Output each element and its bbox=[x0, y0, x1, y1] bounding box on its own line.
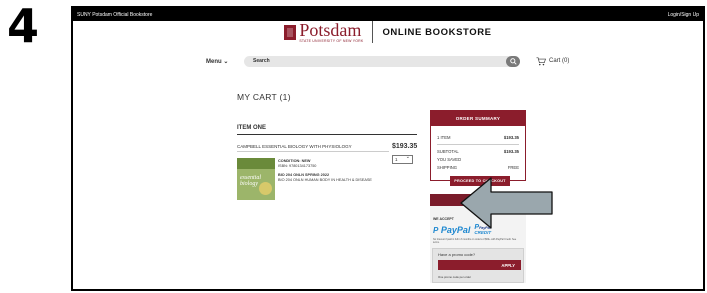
promo-title: Have a promo code? bbox=[438, 252, 476, 257]
logo-divider bbox=[372, 21, 374, 44]
condition: CONDITION: NEW bbox=[278, 159, 311, 163]
course-code: BIO 204 ONLN SPRING 2022 bbox=[278, 173, 330, 177]
login-link[interactable]: Login/Sign Up bbox=[668, 12, 699, 18]
we-accept-label: WE ACCEPT bbox=[433, 217, 454, 221]
store-title: ONLINE BOOKSTORE bbox=[382, 26, 492, 38]
product-title[interactable]: CAMPBELL ESSENTIAL BIOLOGY WITH PHYSIOLO… bbox=[237, 144, 352, 149]
isbn: ISBN: 9780134173750 bbox=[278, 164, 317, 168]
cart-icon bbox=[536, 56, 546, 65]
cart-title: MY CART (1) bbox=[237, 92, 291, 102]
search-input[interactable]: Search bbox=[244, 55, 520, 67]
order-summary-title: ORDER SUMMARY bbox=[431, 111, 525, 126]
apply-button[interactable]: APPLY bbox=[438, 260, 521, 270]
promo-code-box: Have a promo code? APPLY One promo code … bbox=[432, 248, 524, 283]
top-bar: SUNY Potsdam Official Bookstore Login/Si… bbox=[73, 8, 703, 21]
potsdam-logo[interactable]: Potsdam STATE UNIVERSITY OF NEW YORK bbox=[299, 21, 363, 44]
divider bbox=[237, 134, 417, 135]
step-number: 4 bbox=[7, 0, 40, 53]
quantity-select[interactable]: 1 bbox=[392, 154, 413, 164]
subtotal-row: SUBTOTAL $193.35 bbox=[437, 149, 519, 154]
product-price: $193.35 bbox=[392, 143, 418, 150]
chevron-down-icon: ⌄ bbox=[223, 58, 229, 65]
shipping-row: SHIPPING FREE bbox=[437, 165, 519, 170]
search-button[interactable] bbox=[506, 55, 520, 67]
paypal-credit-terms: No Interest if paid in full in 6 months … bbox=[433, 238, 517, 245]
cart-link[interactable]: Cart (0) bbox=[536, 56, 569, 66]
promo-note: One promo code per order bbox=[438, 275, 471, 279]
menu-button[interactable]: Menu ⌄ bbox=[206, 58, 244, 65]
pointer-arrow-icon bbox=[460, 177, 553, 229]
items-row: 1 ITEM $193.35 bbox=[437, 135, 519, 140]
saved-row: YOU SAVED bbox=[437, 157, 462, 162]
nav-bar: Menu ⌄ Search Cart (0) bbox=[206, 55, 596, 67]
order-summary-panel: ORDER SUMMARY 1 ITEM $193.35 SUBTOTAL $193… bbox=[430, 110, 526, 181]
store-name: SUNY Potsdam Official Bookstore bbox=[77, 11, 153, 18]
book-cover-image[interactable]: essential biology bbox=[237, 158, 275, 200]
potsdam-logo-icon bbox=[284, 24, 297, 40]
divider bbox=[237, 151, 389, 152]
search-icon bbox=[509, 57, 517, 65]
browser-screenshot: SUNY Potsdam Official Bookstore Login/Si… bbox=[71, 6, 705, 291]
site-header: Potsdam STATE UNIVERSITY OF NEW YORK ONL… bbox=[71, 21, 705, 44]
course-description: BIO 204 ONLN HUMAN BODY IN HEALTH & DISE… bbox=[278, 178, 372, 182]
item-section-label: ITEM ONE bbox=[237, 125, 267, 131]
